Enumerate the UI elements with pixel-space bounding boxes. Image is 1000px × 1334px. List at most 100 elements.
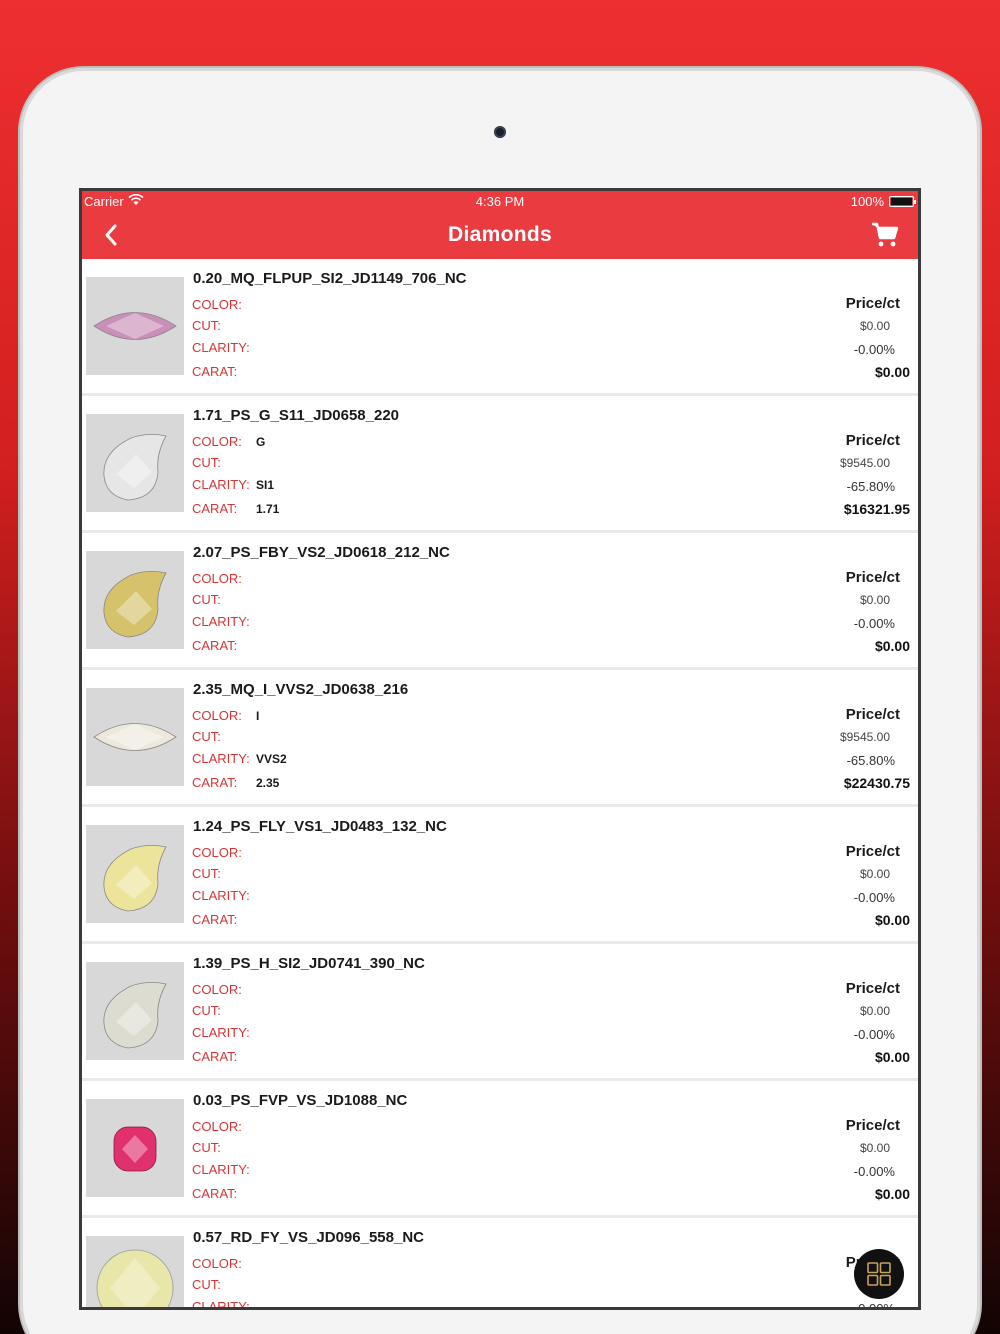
color-value: I <box>256 709 260 723</box>
clarity-label: CLARITY: <box>192 614 250 629</box>
discount-value: -0.00% <box>853 1164 895 1179</box>
clarity-label: CLARITY: <box>192 751 250 766</box>
price-per-ct-value: $0.00 <box>859 319 890 333</box>
discount-value: -65.80% <box>846 479 895 494</box>
price-per-ct-label: Price/ct <box>845 569 900 586</box>
diamond-name: 1.71_PS_G_S11_JD0658_220 <box>193 407 400 424</box>
color-label: COLOR: <box>192 297 242 312</box>
price-per-ct-value: $0.00 <box>859 1141 890 1155</box>
price-per-ct-label: Price/ct <box>845 295 900 312</box>
color-value: G <box>256 435 266 449</box>
price-per-ct-label: Price/ct <box>845 706 900 723</box>
total-price: $16321.95 <box>843 501 910 517</box>
status-bar: Carrier 4:36 PM 100% <box>82 191 918 211</box>
diamond-image <box>86 277 184 375</box>
diamond-name: 1.24_PS_FLY_VS1_JD0483_132_NC <box>193 818 447 835</box>
color-label: COLOR: <box>192 571 242 586</box>
cut-label: CUT: <box>192 1003 221 1018</box>
diamond-row[interactable]: 2.07_PS_FBY_VS2_JD0618_212_NC COLOR: CUT… <box>82 533 918 670</box>
color-label: COLOR: <box>192 708 242 723</box>
carat-value: 1.71 <box>256 502 280 516</box>
chevron-left-icon <box>105 224 117 246</box>
carat-label: CARAT: <box>192 912 238 927</box>
carat-value: 2.35 <box>256 776 280 790</box>
diamond-row[interactable]: 0.03_PS_FVP_VS_JD1088_NC COLOR: CUT: CLA… <box>82 1081 918 1218</box>
diamond-row[interactable]: 1.71_PS_G_S11_JD0658_220 COLOR: G CUT: C… <box>82 396 918 533</box>
diamond-row[interactable]: 1.39_PS_H_SI2_JD0741_390_NC COLOR: CUT: … <box>82 944 918 1081</box>
front-camera <box>494 126 506 138</box>
price-column: Price/ct $0.00 -0.00% $0.00 <box>800 1081 910 1215</box>
discount-value: -0.00% <box>853 616 895 631</box>
price-column: Price/ct $9545.00 -65.80% $22430.75 <box>800 670 910 804</box>
clarity-value: SI1 <box>256 478 275 492</box>
discount-value: -0.00% <box>853 342 895 357</box>
grid-icon <box>867 1262 891 1286</box>
cut-label: CUT: <box>192 592 221 607</box>
color-label: COLOR: <box>192 434 242 449</box>
total-price: $0.00 <box>874 912 910 928</box>
price-per-ct-label: Price/ct <box>845 1117 900 1134</box>
price-per-ct-value: $0.00 <box>859 1004 890 1018</box>
clarity-label: CLARITY: <box>192 1025 250 1040</box>
diamond-row[interactable]: 0.57_RD_FY_VS_JD096_558_NC COLOR: CUT: C… <box>82 1218 918 1307</box>
cut-label: CUT: <box>192 455 221 470</box>
ipad-frame: Carrier 4:36 PM 100% Diamonds 0.20_MQ_FL… <box>20 68 980 1334</box>
diamond-image <box>86 962 184 1060</box>
battery-icon <box>889 195 916 207</box>
total-price: $0.00 <box>874 1186 910 1202</box>
price-column: Price/ct $0.00 -0.00% $0.00 <box>800 533 910 667</box>
color-label: COLOR: <box>192 1119 242 1134</box>
diamond-row[interactable]: 1.24_PS_FLY_VS1_JD0483_132_NC COLOR: CUT… <box>82 807 918 944</box>
price-per-ct-value: $9545.00 <box>839 730 890 744</box>
total-price: $22430.75 <box>843 775 910 791</box>
price-per-ct-value: $9545.00 <box>839 456 890 470</box>
diamond-image <box>86 551 184 649</box>
page-title: Diamonds <box>448 223 552 246</box>
price-per-ct-value: $0.00 <box>859 593 890 607</box>
discount-value: -65.80% <box>846 753 895 768</box>
diamond-name: 0.57_RD_FY_VS_JD096_558_NC <box>193 1229 424 1246</box>
carat-label: CARAT: <box>192 638 238 653</box>
back-button[interactable] <box>98 221 126 249</box>
app-screen: Carrier 4:36 PM 100% Diamonds 0.20_MQ_FL… <box>79 188 921 1310</box>
price-column: Price/ct $0.00 -0.00% $0.00 <box>800 807 910 941</box>
discount-value: -0.00% <box>853 1027 895 1042</box>
carat-label: CARAT: <box>192 1049 238 1064</box>
diamond-name: 0.20_MQ_FLPUP_SI2_JD1149_706_NC <box>193 270 467 287</box>
diamond-row[interactable]: 2.35_MQ_I_VVS2_JD0638_216 COLOR: I CUT: … <box>82 670 918 807</box>
cut-label: CUT: <box>192 1277 221 1292</box>
grid-view-button[interactable] <box>854 1249 904 1299</box>
price-column: Price/ct $9545.00 -65.80% $16321.95 <box>800 396 910 530</box>
carrier-label: Carrier <box>84 193 124 209</box>
total-price: $0.00 <box>874 364 910 380</box>
diamond-name: 1.39_PS_H_SI2_JD0741_390_NC <box>193 955 425 972</box>
diamond-image <box>86 688 184 786</box>
status-time: 4:36 PM <box>475 193 525 209</box>
clarity-value: VVS2 <box>256 752 287 766</box>
color-label: COLOR: <box>192 1256 242 1271</box>
cut-label: CUT: <box>192 318 221 333</box>
color-label: COLOR: <box>192 845 242 860</box>
price-per-ct-label: Price/ct <box>845 980 900 997</box>
diamond-row[interactable]: 0.20_MQ_FLPUP_SI2_JD1149_706_NC COLOR: C… <box>82 259 918 396</box>
price-column: Price/ct $0.00 -0.00% $0.00 <box>800 259 910 393</box>
cut-label: CUT: <box>192 1140 221 1155</box>
diamond-name: 0.03_PS_FVP_VS_JD1088_NC <box>193 1092 408 1109</box>
color-label: COLOR: <box>192 982 242 997</box>
wifi-icon <box>128 193 144 209</box>
price-column: Price/ct $0.00 -0.00% $0.00 <box>800 944 910 1078</box>
total-price: $0.00 <box>874 638 910 654</box>
discount-value: -0.00% <box>854 1301 895 1307</box>
price-per-ct-label: Price/ct <box>845 843 900 860</box>
battery-percent: 100% <box>850 193 884 209</box>
clarity-label: CLARITY: <box>192 340 250 355</box>
diamond-image <box>86 1236 184 1307</box>
cart-button[interactable] <box>870 221 900 249</box>
clarity-label: CLARITY: <box>192 888 250 903</box>
price-per-ct-value: $0.00 <box>859 867 890 881</box>
navigation-bar: Diamonds <box>82 211 918 259</box>
diamond-list[interactable]: 0.20_MQ_FLPUP_SI2_JD1149_706_NC COLOR: C… <box>82 259 918 1307</box>
carat-label: CARAT: <box>192 1186 238 1201</box>
diamond-name: 2.35_MQ_I_VVS2_JD0638_216 <box>193 681 409 698</box>
diamond-name: 2.07_PS_FBY_VS2_JD0618_212_NC <box>193 544 450 561</box>
